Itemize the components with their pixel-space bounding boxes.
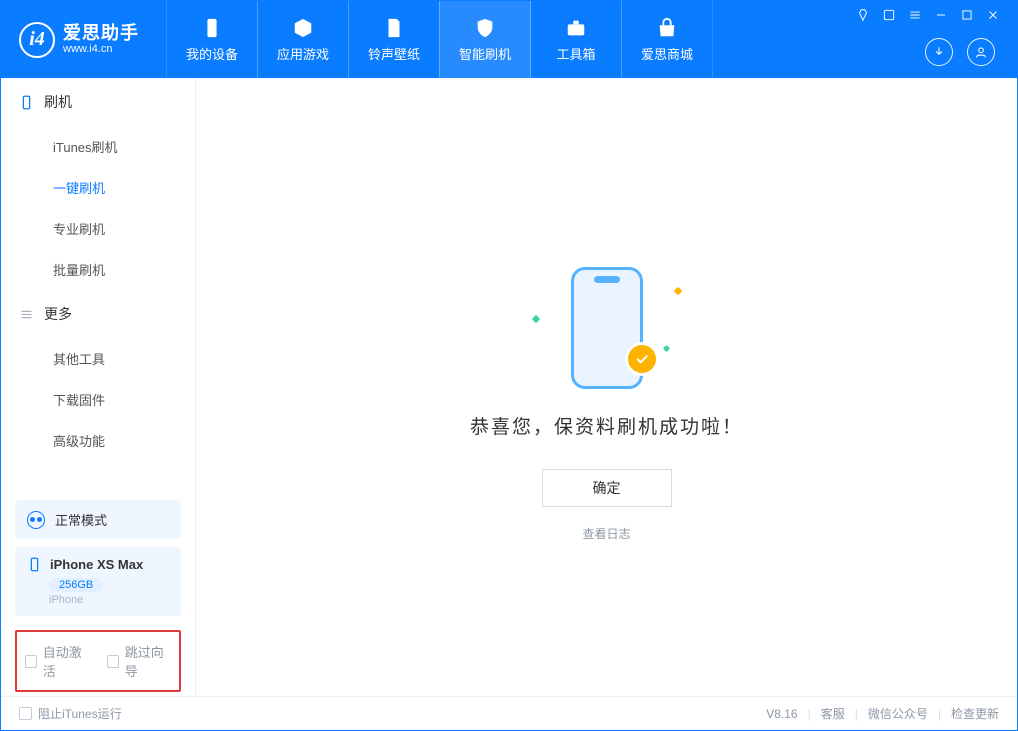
app-name-en: www.i4.cn [63, 43, 139, 55]
sidebar-group-flash: 刷机 [1, 78, 195, 126]
maximize-button[interactable] [959, 7, 975, 23]
phone-icon [27, 557, 42, 572]
mode-icon [27, 511, 45, 529]
device-name: iPhone XS Max [50, 557, 143, 572]
device-mode-panel[interactable]: 正常模式 [15, 500, 181, 539]
sidebar-item-download-firmware[interactable]: 下载固件 [1, 379, 195, 420]
version-label: V8.16 [766, 707, 797, 721]
sidebar: 刷机 iTunes刷机 一键刷机 专业刷机 批量刷机 更多 其他工具 下载固件 … [1, 78, 196, 696]
support-link[interactable]: 客服 [821, 705, 845, 722]
tab-label: 爱思商城 [641, 44, 693, 63]
tab-apps-games[interactable]: 应用游戏 [257, 1, 349, 78]
skin-icon[interactable] [881, 7, 897, 23]
check-badge-icon [625, 342, 659, 376]
success-illustration [527, 258, 687, 398]
tab-label: 铃声壁纸 [368, 44, 420, 63]
sidebar-item-other-tools[interactable]: 其他工具 [1, 338, 195, 379]
view-log-link[interactable]: 查看日志 [582, 525, 630, 542]
wechat-link[interactable]: 微信公众号 [868, 705, 928, 722]
success-message: 恭喜您，保资料刷机成功啦！ [470, 412, 743, 439]
sidebar-item-oneclick-flash[interactable]: 一键刷机 [1, 167, 195, 208]
tab-label: 工具箱 [556, 44, 595, 63]
tab-store[interactable]: 爱思商城 [621, 1, 713, 78]
window-controls [855, 1, 1007, 23]
chk-label: 跳过向导 [125, 642, 171, 680]
checkbox-skip-setup[interactable]: 跳过向导 [107, 642, 171, 680]
tab-toolbox[interactable]: 工具箱 [530, 1, 622, 78]
sidebar-item-advanced[interactable]: 高级功能 [1, 420, 195, 461]
feedback-icon[interactable] [855, 7, 871, 23]
options-highlight-box: 自动激活 跳过向导 [15, 630, 181, 692]
check-update-link[interactable]: 检查更新 [951, 705, 999, 722]
main-content: 恭喜您，保资料刷机成功啦！ 确定 查看日志 [196, 78, 1017, 696]
tab-smart-flash[interactable]: 智能刷机 [439, 1, 531, 78]
chk-label: 自动激活 [43, 642, 89, 680]
checkbox-block-itunes[interactable]: 阻止iTunes运行 [19, 705, 122, 722]
tab-my-device[interactable]: 我的设备 [166, 1, 258, 78]
group-label: 更多 [44, 304, 72, 324]
status-bar: 阻止iTunes运行 V8.16 | 客服 | 微信公众号 | 检查更新 [1, 696, 1017, 730]
checkbox-auto-activate[interactable]: 自动激活 [25, 642, 89, 680]
close-button[interactable] [985, 7, 1001, 23]
tab-label: 我的设备 [186, 44, 238, 63]
logo-icon: i4 [19, 22, 55, 58]
sidebar-item-batch-flash[interactable]: 批量刷机 [1, 249, 195, 290]
minimize-button[interactable] [933, 7, 949, 23]
downloads-button[interactable] [925, 38, 953, 66]
menu-icon[interactable] [907, 7, 923, 23]
app-logo: i4 爱思助手 www.i4.cn [19, 22, 139, 58]
toolbox-icon [565, 17, 587, 39]
main-tabs: 我的设备 应用游戏 铃声壁纸 智能刷机 工具箱 爱思商城 [167, 1, 713, 78]
sidebar-item-pro-flash[interactable]: 专业刷机 [1, 208, 195, 249]
cube-icon [292, 17, 314, 39]
phone-icon [19, 95, 34, 110]
chk-label: 阻止iTunes运行 [38, 705, 122, 722]
device-icon [201, 17, 223, 39]
refresh-shield-icon [474, 17, 496, 39]
tab-label: 应用游戏 [277, 44, 329, 63]
store-icon [656, 17, 678, 39]
list-icon [19, 307, 34, 322]
capacity-badge: 256GB [49, 578, 103, 592]
tab-ringtones[interactable]: 铃声壁纸 [348, 1, 440, 78]
header: i4 爱思助手 www.i4.cn 我的设备 应用游戏 铃声壁纸 智能刷机 工具… [1, 1, 1017, 78]
music-file-icon [383, 17, 405, 39]
mode-label: 正常模式 [55, 510, 107, 529]
device-type: iPhone [49, 594, 169, 606]
sidebar-item-itunes-flash[interactable]: iTunes刷机 [1, 126, 195, 167]
ok-button[interactable]: 确定 [542, 469, 672, 507]
tab-label: 智能刷机 [459, 44, 511, 63]
sidebar-group-more: 更多 [1, 290, 195, 338]
account-button[interactable] [967, 38, 995, 66]
device-panel[interactable]: iPhone XS Max 256GB iPhone [15, 547, 181, 616]
app-name-cn: 爱思助手 [63, 24, 139, 44]
group-label: 刷机 [44, 92, 72, 112]
